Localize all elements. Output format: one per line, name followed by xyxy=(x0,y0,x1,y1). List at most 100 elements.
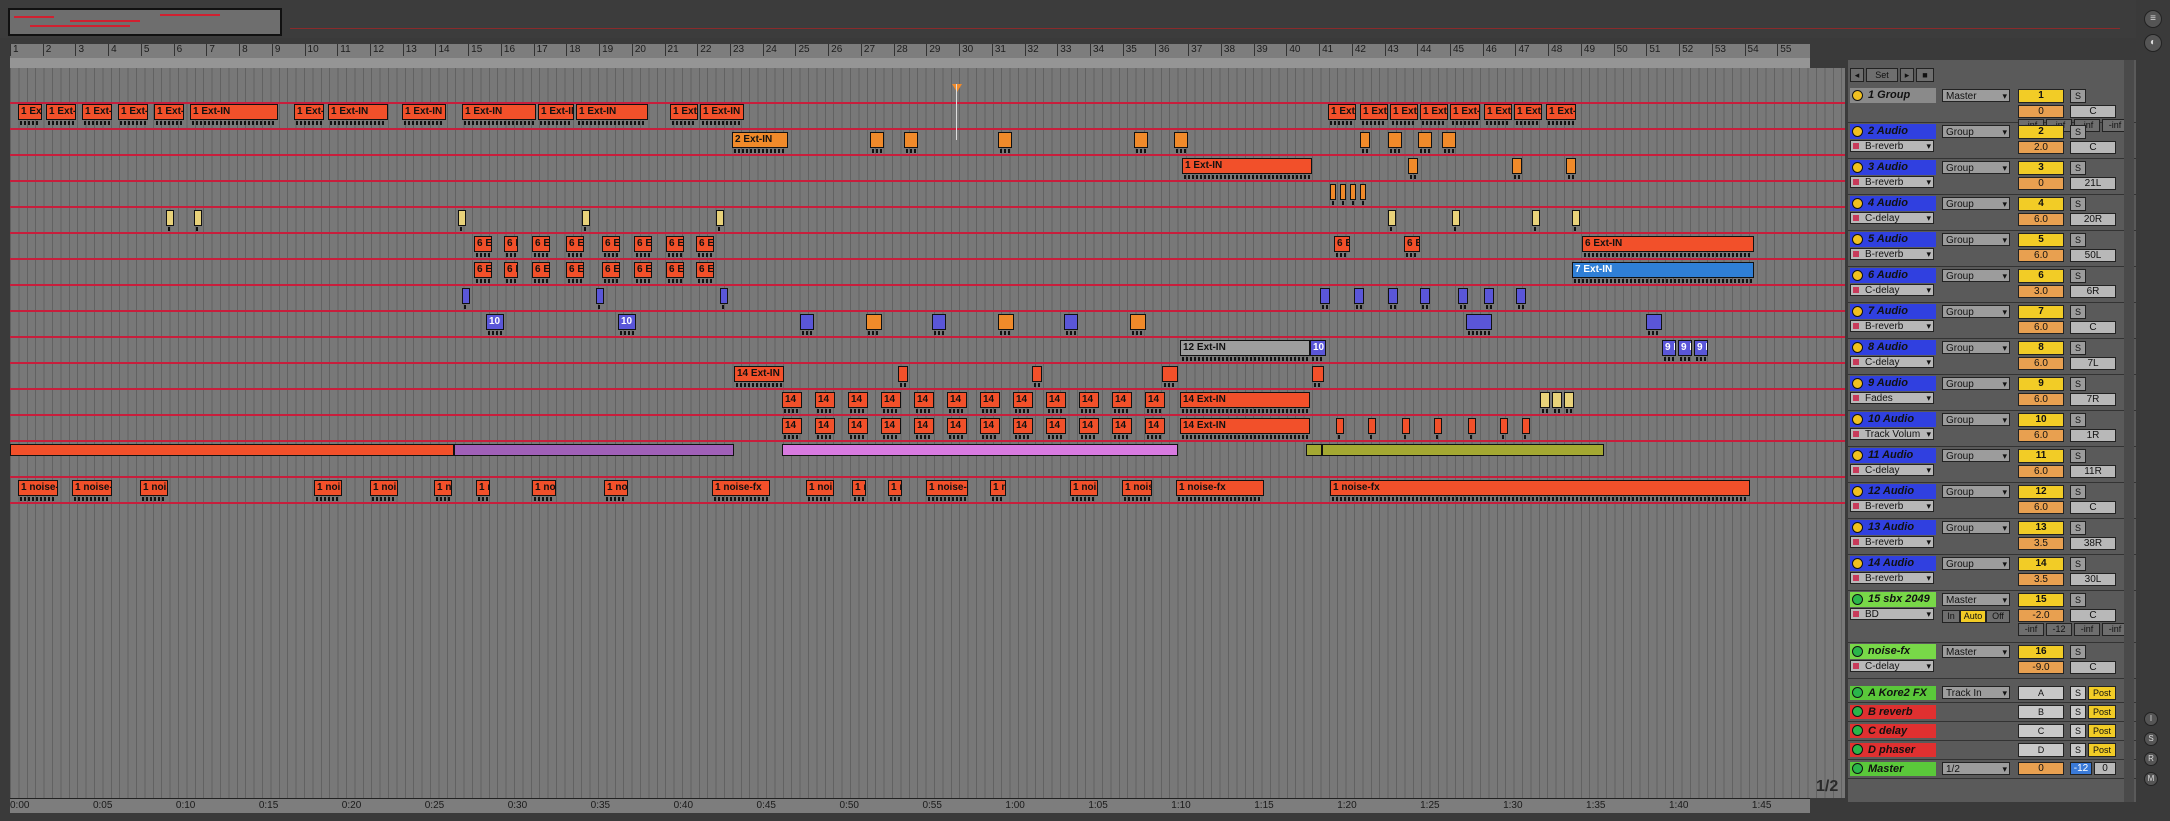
audio-clip[interactable] xyxy=(582,210,590,226)
track-number[interactable]: 14 xyxy=(2018,557,2064,571)
send-select[interactable]: Fades xyxy=(1850,392,1934,404)
audio-clip[interactable]: 1 Ext-IN xyxy=(402,104,446,120)
audio-clip[interactable]: 1 noise-fx xyxy=(140,480,168,496)
audio-clip[interactable] xyxy=(1402,418,1410,434)
audio-to-select[interactable]: Group xyxy=(1942,197,2010,211)
audio-clip[interactable]: 14 Ext-IN xyxy=(1180,418,1310,434)
audio-clip[interactable] xyxy=(1162,366,1178,382)
midi-clip[interactable] xyxy=(454,444,734,456)
volume-field[interactable]: 6.0 xyxy=(2018,249,2064,262)
audio-clip[interactable] xyxy=(1516,288,1526,304)
audio-clip[interactable]: 1 noise-fx xyxy=(604,480,628,496)
audio-to-select[interactable]: Group xyxy=(1942,305,2010,319)
audio-clip[interactable]: 1 noise-fx xyxy=(314,480,342,496)
pan-field[interactable]: C xyxy=(2070,501,2116,514)
pan-field[interactable]: 1R xyxy=(2070,429,2116,442)
track-lane[interactable] xyxy=(10,338,1845,364)
send-select[interactable]: B-reverb xyxy=(1850,248,1934,260)
audio-clip[interactable]: 6 E xyxy=(504,262,518,278)
track-number[interactable]: 6 xyxy=(2018,269,2064,283)
audio-clip[interactable]: 14 xyxy=(1079,392,1099,408)
audio-clip[interactable] xyxy=(1340,184,1346,200)
volume-field[interactable]: -9.0 xyxy=(2018,661,2064,674)
audio-clip[interactable] xyxy=(998,314,1014,330)
audio-clip[interactable] xyxy=(1408,158,1418,174)
audio-clip[interactable]: 6 E xyxy=(504,236,518,252)
track-lane[interactable] xyxy=(10,364,1845,390)
audio-clip[interactable]: 14 xyxy=(1145,392,1165,408)
track-number[interactable]: 11 xyxy=(2018,449,2064,463)
send-select[interactable]: BD xyxy=(1850,608,1934,620)
track-number[interactable]: 16 xyxy=(2018,645,2064,659)
monitor-off-button[interactable]: Off xyxy=(1986,610,2010,623)
audio-clip[interactable]: 1 Ext-IN xyxy=(1328,104,1356,120)
audio-clip[interactable]: 9 E xyxy=(1694,340,1708,356)
audio-clip[interactable]: 1 Ext-IN xyxy=(118,104,148,120)
audio-clip[interactable] xyxy=(596,288,604,304)
midi-clip[interactable] xyxy=(782,444,1178,456)
return-activator-icon[interactable] xyxy=(1852,706,1863,717)
track-activator-icon[interactable] xyxy=(1852,126,1863,137)
audio-clip[interactable] xyxy=(1468,418,1476,434)
audio-clip[interactable]: 6 E xyxy=(566,262,584,278)
audio-clip[interactable] xyxy=(194,210,202,226)
audio-clip[interactable]: 1 Ext-IN xyxy=(1390,104,1418,120)
audio-clip[interactable] xyxy=(1458,288,1468,304)
track-activator-icon[interactable] xyxy=(1852,234,1863,245)
track-lane[interactable] xyxy=(10,182,1845,208)
master-volume[interactable]: 0 xyxy=(2018,762,2064,775)
audio-clip[interactable]: 1 noise-fx xyxy=(434,480,452,496)
audio-clip[interactable]: 1 noise-fx xyxy=(1176,480,1264,496)
audio-clip[interactable]: 1 Ext-IN xyxy=(462,104,536,120)
audio-clip[interactable]: 1 noise-fx xyxy=(888,480,902,496)
track-number[interactable]: 10 xyxy=(2018,413,2064,427)
return-input-select[interactable]: Track In xyxy=(1942,686,2010,700)
volume-field[interactable]: 6.0 xyxy=(2018,429,2064,442)
audio-clip[interactable]: 1 Ext-IN xyxy=(1484,104,1512,120)
monitor-auto-button[interactable]: Auto xyxy=(1960,610,1986,623)
solo-button[interactable]: S xyxy=(2070,377,2086,391)
audio-to-select[interactable]: Group xyxy=(1942,161,2010,175)
audio-clip[interactable]: 6 E xyxy=(1334,236,1350,252)
arrangement-view[interactable]: 1 Ext-IN 1 Ext-IN 1 Ext-IN 1 Ext-IN 1 Ext-IN… xyxy=(10,68,1845,798)
pan-field[interactable]: 20R xyxy=(2070,213,2116,226)
audio-clip[interactable] xyxy=(1532,210,1540,226)
send-select[interactable]: C-delay xyxy=(1850,660,1934,672)
audio-clip[interactable] xyxy=(716,210,724,226)
track-activator-icon[interactable] xyxy=(1852,270,1863,281)
volume-field[interactable]: 3.5 xyxy=(2018,573,2064,586)
returns-toggle-icon[interactable]: R xyxy=(2144,752,2158,766)
volume-field[interactable]: 6.0 xyxy=(2018,357,2064,370)
send-select[interactable]: B-reverb xyxy=(1850,536,1934,548)
post-button[interactable]: Post xyxy=(2088,686,2116,700)
audio-clip[interactable]: 1 noise-fx xyxy=(712,480,770,496)
audio-to-select[interactable]: Group xyxy=(1942,125,2010,139)
audio-clip[interactable]: 14 xyxy=(1046,392,1066,408)
pan-field[interactable]: 50L xyxy=(2070,249,2116,262)
audio-clip[interactable]: 6 E xyxy=(532,262,550,278)
audio-clip[interactable]: 14 xyxy=(782,392,802,408)
back-icon[interactable]: ◂ xyxy=(1850,68,1864,82)
audio-clip[interactable]: 6 E xyxy=(1404,236,1420,252)
pan-field[interactable]: 7R xyxy=(2070,393,2116,406)
track-number[interactable]: 3 xyxy=(2018,161,2064,175)
audio-clip[interactable]: 6 E xyxy=(474,262,492,278)
solo-button[interactable]: S xyxy=(2070,593,2086,607)
audio-clip[interactable] xyxy=(1360,184,1366,200)
audio-clip[interactable]: 1 noise-fx xyxy=(476,480,490,496)
track-activator-icon[interactable] xyxy=(1852,198,1863,209)
audio-clip[interactable] xyxy=(1320,288,1330,304)
audio-to-select[interactable]: Group xyxy=(1942,521,2010,535)
audio-clip[interactable]: 14 xyxy=(947,418,967,434)
audio-clip[interactable] xyxy=(866,314,882,330)
audio-clip[interactable]: 6 E xyxy=(666,262,684,278)
audio-clip[interactable]: 6 E xyxy=(602,236,620,252)
audio-clip[interactable]: 14 xyxy=(1013,418,1033,434)
midi-clip[interactable] xyxy=(10,444,454,456)
track-activator-icon[interactable] xyxy=(1852,90,1863,101)
audio-clip[interactable]: 14 xyxy=(881,418,901,434)
return-activator-icon[interactable] xyxy=(1852,744,1863,755)
audio-clip[interactable]: 10 xyxy=(1310,340,1326,356)
return-letter[interactable]: D xyxy=(2018,743,2064,757)
audio-clip[interactable]: 7 Ext-IN xyxy=(1572,262,1754,278)
